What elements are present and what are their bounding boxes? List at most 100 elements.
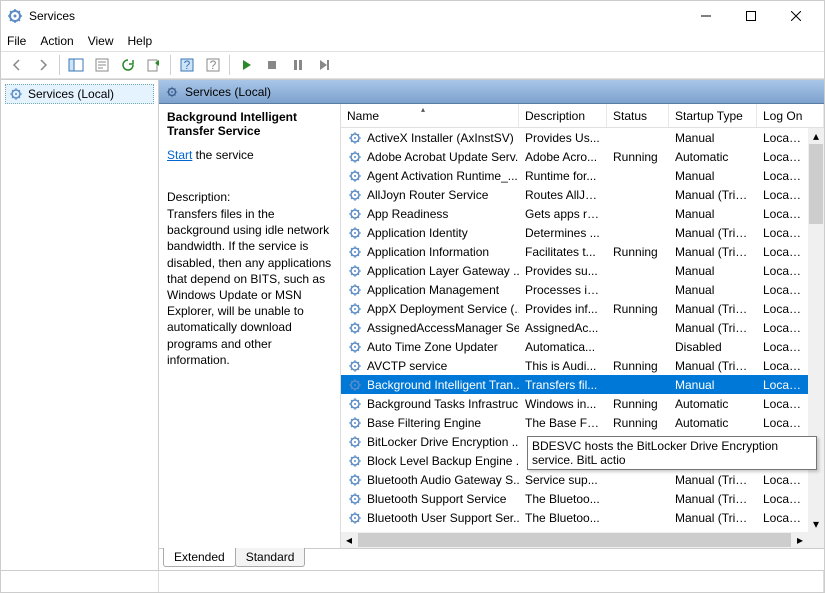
forward-button[interactable] (31, 53, 55, 77)
horizontal-scrollbar[interactable]: ◂ ▸ (341, 532, 808, 548)
scroll-up-icon[interactable]: ▴ (808, 128, 824, 144)
tree-node-services-local[interactable]: Services (Local) (5, 84, 154, 104)
separator (170, 55, 171, 75)
service-startup: Manual (669, 168, 757, 184)
column-header-startup[interactable]: Startup Type (669, 104, 757, 127)
service-row[interactable]: Auto Time Zone UpdaterAutomatica...Disab… (341, 337, 808, 356)
service-row[interactable]: Application InformationFacilitates t...R… (341, 242, 808, 261)
service-row[interactable]: Background Intelligent Tran...Transfers … (341, 375, 808, 394)
service-logon: Local Se (757, 472, 808, 488)
scroll-thumb[interactable] (358, 533, 791, 547)
show-hide-tree-button[interactable] (64, 53, 88, 77)
service-name: Bluetooth Support Service (367, 492, 506, 506)
tab-extended[interactable]: Extended (163, 548, 236, 567)
service-description: This is Audi... (519, 358, 607, 374)
service-startup: Manual (Trig... (669, 225, 757, 241)
service-row[interactable]: Bluetooth Support ServiceThe Bluetoo...M… (341, 489, 808, 508)
menu-action[interactable]: Action (40, 34, 73, 48)
restart-service-button[interactable] (312, 53, 336, 77)
service-row[interactable]: ActiveX Installer (AxInstSV)Provides Us.… (341, 128, 808, 147)
detail-pane: Background Intelligent Transfer Service … (159, 104, 341, 548)
maximize-button[interactable] (728, 2, 773, 30)
scroll-right-icon[interactable]: ▸ (792, 532, 808, 548)
scroll-thumb[interactable] (809, 144, 823, 224)
service-status: Running (607, 358, 669, 374)
service-row[interactable]: AllJoyn Router ServiceRoutes AllJo...Man… (341, 185, 808, 204)
column-header-description[interactable]: Description (519, 104, 607, 127)
start-service-suffix: the service (192, 148, 253, 162)
menu-view[interactable]: View (88, 34, 114, 48)
service-row[interactable]: AVCTP serviceThis is Audi...RunningManua… (341, 356, 808, 375)
stop-service-button[interactable] (260, 53, 284, 77)
service-row[interactable]: Application ManagementProcesses in...Man… (341, 280, 808, 299)
service-row[interactable]: Bluetooth Audio Gateway S...Service sup.… (341, 470, 808, 489)
help-button[interactable]: ? (175, 53, 199, 77)
service-startup: Manual (669, 263, 757, 279)
service-status (607, 194, 669, 196)
help-topics-button[interactable]: ? (201, 53, 225, 77)
service-row[interactable]: AssignedAccessManager Se...AssignedAc...… (341, 318, 808, 337)
service-name: AssignedAccessManager Se... (367, 321, 519, 335)
service-row[interactable]: Application Layer Gateway ...Provides su… (341, 261, 808, 280)
scroll-left-icon[interactable]: ◂ (341, 532, 357, 548)
service-startup: Manual (Trig... (669, 244, 757, 260)
service-description: Runtime for... (519, 168, 607, 184)
service-row[interactable]: Base Filtering EngineThe Base Fil...Runn… (341, 413, 808, 432)
export-button[interactable] (142, 53, 166, 77)
service-description: AssignedAc... (519, 320, 607, 336)
column-header-name[interactable]: Name (341, 104, 519, 127)
menu-bar: File Action View Help (1, 31, 824, 51)
service-name: AVCTP service (367, 359, 447, 373)
back-button[interactable] (5, 53, 29, 77)
service-row[interactable]: App ReadinessGets apps re...ManualLocal … (341, 204, 808, 223)
service-row[interactable]: Application IdentityDetermines ...Manual… (341, 223, 808, 242)
service-description: Windows in... (519, 396, 607, 412)
service-status: Running (607, 301, 669, 317)
service-status (607, 289, 669, 291)
service-name: Application Management (367, 283, 499, 297)
pause-service-button[interactable] (286, 53, 310, 77)
service-startup: Manual (Trig... (669, 510, 757, 526)
tree-pane: Services (Local) (1, 80, 159, 570)
start-service-button[interactable] (234, 53, 258, 77)
service-description: Provides su... (519, 263, 607, 279)
service-status: Running (607, 415, 669, 431)
service-status (607, 327, 669, 329)
service-row[interactable]: Agent Activation Runtime_...Runtime for.… (341, 166, 808, 185)
menu-file[interactable]: File (7, 34, 26, 48)
service-startup: Automatic (669, 149, 757, 165)
service-row[interactable]: Adobe Acrobat Update Serv...Adobe Acro..… (341, 147, 808, 166)
refresh-button[interactable] (116, 53, 140, 77)
service-status (607, 346, 669, 348)
service-row[interactable]: Bluetooth User Support Ser...The Bluetoo… (341, 508, 808, 527)
service-logon: Local Sy (757, 301, 808, 317)
service-logon: Local Sy (757, 149, 808, 165)
service-row[interactable]: AppX Deployment Service (...Provides inf… (341, 299, 808, 318)
service-startup: Manual (Trig... (669, 491, 757, 507)
service-name: Adobe Acrobat Update Serv... (367, 150, 519, 164)
start-service-link[interactable]: Start (167, 148, 192, 162)
column-header-logon[interactable]: Log On (757, 104, 824, 127)
service-row[interactable]: Background Tasks Infrastruc...Windows in… (341, 394, 808, 413)
service-description: The Base Fil... (519, 415, 607, 431)
service-description: Automatica... (519, 339, 607, 355)
tab-standard[interactable]: Standard (235, 548, 306, 567)
gear-icon (347, 434, 363, 450)
gear-icon (347, 491, 363, 507)
service-status (607, 137, 669, 139)
column-header-status[interactable]: Status (607, 104, 669, 127)
selected-service-title: Background Intelligent Transfer Service (167, 110, 332, 138)
close-button[interactable] (773, 2, 818, 30)
service-logon: Local Sy (757, 168, 808, 184)
vertical-scrollbar[interactable]: ▴ ▾ (808, 128, 824, 532)
menu-help[interactable]: Help (128, 34, 153, 48)
gear-icon (347, 320, 363, 336)
view-tabs: Extended Standard (159, 548, 824, 570)
separator (59, 55, 60, 75)
service-name: Bluetooth User Support Ser... (367, 511, 519, 525)
minimize-button[interactable] (683, 2, 728, 30)
properties-button[interactable] (90, 53, 114, 77)
service-logon: Local Sy (757, 510, 808, 526)
scroll-down-icon[interactable]: ▾ (808, 516, 824, 532)
gear-icon (347, 339, 363, 355)
